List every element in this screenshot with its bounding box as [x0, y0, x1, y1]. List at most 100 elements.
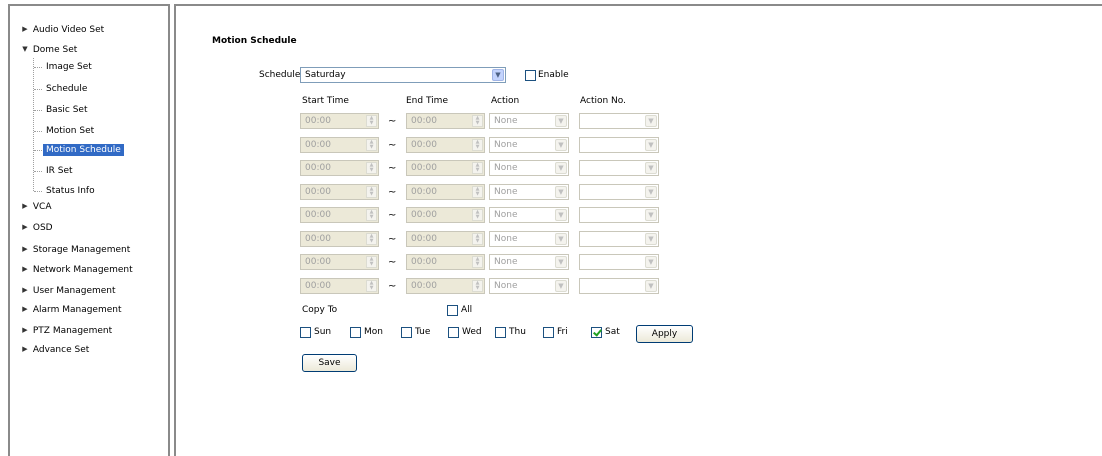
copy-day-checkbox-thu[interactable]	[495, 327, 506, 338]
chevron-down-icon: ▼	[555, 138, 567, 151]
collapsed-arrow-icon[interactable]: ▶	[20, 261, 30, 277]
start-time-value: 00:00	[305, 233, 331, 244]
collapsed-arrow-icon[interactable]: ▶	[20, 341, 30, 357]
copy-day-checkbox-tue[interactable]	[401, 327, 412, 338]
sidebar-item[interactable]: ▶ Audio Video Set	[20, 22, 104, 38]
action-value: None	[494, 139, 518, 150]
time-range-separator: ~	[388, 186, 397, 198]
start-time-value: 00:00	[305, 163, 331, 173]
sidebar-subitem[interactable]: IR Set	[43, 163, 76, 179]
chevron-down-icon: ▼	[555, 232, 567, 245]
chevron-down-icon: ▼	[645, 232, 657, 245]
action-no-select: ▼	[579, 183, 659, 200]
action-select: None ▼	[489, 277, 569, 294]
spinner-arrows-icon: ▲ ▼	[366, 279, 377, 292]
sidebar-item-label: Network Management	[32, 265, 133, 275]
collapsed-arrow-icon[interactable]: ▶	[20, 198, 30, 214]
sidebar-item[interactable]: ▶ User Management	[20, 282, 116, 299]
copy-to-label: Copy To	[302, 305, 338, 315]
spinner-arrows-icon: ▲ ▼	[366, 185, 377, 198]
start-time-value: 00:00	[305, 257, 331, 267]
copy-all-label: All	[461, 305, 473, 315]
expanded-arrow-icon[interactable]: ▼	[20, 41, 30, 57]
main-panel: Motion Schedule Schedule Saturday ▼ Enab…	[174, 4, 1102, 456]
column-header-start-time: Start Time	[302, 96, 349, 106]
sidebar-item[interactable]: ▼ Dome Set	[20, 42, 77, 58]
copy-all-checkbox[interactable]	[447, 305, 458, 316]
sidebar-item[interactable]: ▶ VCA	[20, 199, 51, 215]
end-time-value: 00:00	[411, 257, 437, 267]
collapsed-arrow-icon[interactable]: ▶	[20, 282, 30, 298]
sidebar-item[interactable]: ▶ Network Management	[20, 261, 133, 278]
tree-connector-line	[34, 131, 42, 132]
end-time-value: 00:00	[411, 280, 437, 291]
collapsed-arrow-icon[interactable]: ▶	[20, 322, 30, 338]
copy-day-checkbox-mon[interactable]	[350, 327, 361, 338]
sidebar-item[interactable]: ▶ OSD	[20, 219, 52, 236]
sidebar-item-label: User Management	[32, 286, 116, 296]
sidebar-subitem[interactable]: Motion Schedule	[43, 142, 124, 158]
action-value: None	[494, 280, 518, 291]
schedule-label: Schedule	[259, 70, 301, 80]
start-time-value: 00:00	[305, 280, 331, 291]
action-no-select: ▼	[579, 254, 659, 270]
copy-day-checkbox-wed[interactable]	[448, 327, 459, 338]
collapsed-arrow-icon[interactable]: ▶	[20, 21, 30, 37]
chevron-down-icon: ▼	[555, 115, 567, 127]
start-time-input: 00:00 ▲ ▼	[300, 277, 379, 294]
sidebar-subitem-label: Status Info	[46, 186, 95, 196]
action-select: None ▼	[489, 183, 569, 200]
copy-day-checkbox-fri[interactable]	[543, 327, 554, 338]
save-button[interactable]: Save	[302, 354, 357, 372]
copy-day-checkbox-sun[interactable]	[300, 327, 311, 338]
spinner-arrows-icon: ▲ ▼	[472, 232, 483, 245]
spinner-arrows-icon: ▲ ▼	[472, 115, 483, 127]
end-time-value: 00:00	[411, 116, 437, 126]
chevron-down-icon: ▼	[645, 209, 657, 221]
chevron-down-icon: ▼	[645, 138, 657, 151]
sidebar-item-label: VCA	[32, 202, 52, 212]
sidebar-subitem[interactable]: Status Info	[43, 183, 98, 199]
tree-connector-line	[34, 110, 42, 111]
spinner-arrows-icon: ▲ ▼	[472, 185, 483, 198]
tree-connector-line	[34, 89, 42, 90]
collapsed-arrow-icon[interactable]: ▶	[20, 241, 30, 257]
copy-day-label: Mon	[364, 327, 383, 337]
enable-checkbox[interactable]	[525, 70, 536, 81]
sidebar-item[interactable]: ▶ Storage Management	[20, 242, 130, 258]
column-header-end-time: End Time	[406, 96, 448, 106]
schedule-day-value: Saturday	[305, 70, 346, 80]
start-time-value: 00:00	[305, 139, 331, 150]
start-time-value: 00:00	[305, 186, 331, 197]
chevron-down-icon[interactable]: ▼	[492, 69, 504, 81]
start-time-input: 00:00 ▲ ▼	[300, 207, 379, 223]
sidebar-subitem[interactable]: Motion Set	[43, 123, 97, 139]
sidebar-subitem[interactable]: Basic Set	[43, 102, 90, 118]
chevron-down-icon: ▼	[645, 162, 657, 174]
collapsed-arrow-icon[interactable]: ▶	[20, 219, 30, 235]
sidebar-item[interactable]: ▶ Alarm Management	[20, 301, 122, 318]
column-header-action: Action	[491, 96, 520, 106]
schedule-day-select[interactable]: Saturday ▼	[300, 67, 506, 83]
page-title: Motion Schedule	[212, 36, 297, 46]
action-select: None ▼	[489, 230, 569, 247]
navigation-tree: ▶ Audio Video Set ▼ Dome Set ▶ VCA ▶ OSD ▶ S…	[8, 4, 170, 456]
sidebar-item-label: Alarm Management	[32, 305, 122, 315]
copy-day-checkbox-sat[interactable]	[591, 327, 602, 338]
start-time-input: 00:00 ▲ ▼	[300, 254, 379, 270]
copy-day-label: Sun	[314, 327, 332, 337]
start-time-value: 00:00	[305, 210, 331, 220]
time-range-separator: ~	[388, 257, 397, 268]
sidebar-subitem[interactable]: Schedule	[43, 81, 90, 97]
apply-button[interactable]: Apply	[636, 325, 693, 343]
tree-connector-line	[34, 150, 42, 151]
sidebar-item[interactable]: ▶ PTZ Management	[20, 323, 112, 339]
collapsed-arrow-icon[interactable]: ▶	[20, 301, 30, 317]
action-value: None	[494, 210, 518, 220]
sidebar-item-label: Advance Set	[32, 345, 90, 355]
chevron-down-icon: ▼	[645, 279, 657, 292]
time-range-separator: ~	[388, 116, 397, 127]
time-range-separator: ~	[388, 233, 397, 245]
sidebar-subitem[interactable]: Image Set	[43, 59, 95, 75]
sidebar-item[interactable]: ▶ Advance Set	[20, 342, 89, 358]
